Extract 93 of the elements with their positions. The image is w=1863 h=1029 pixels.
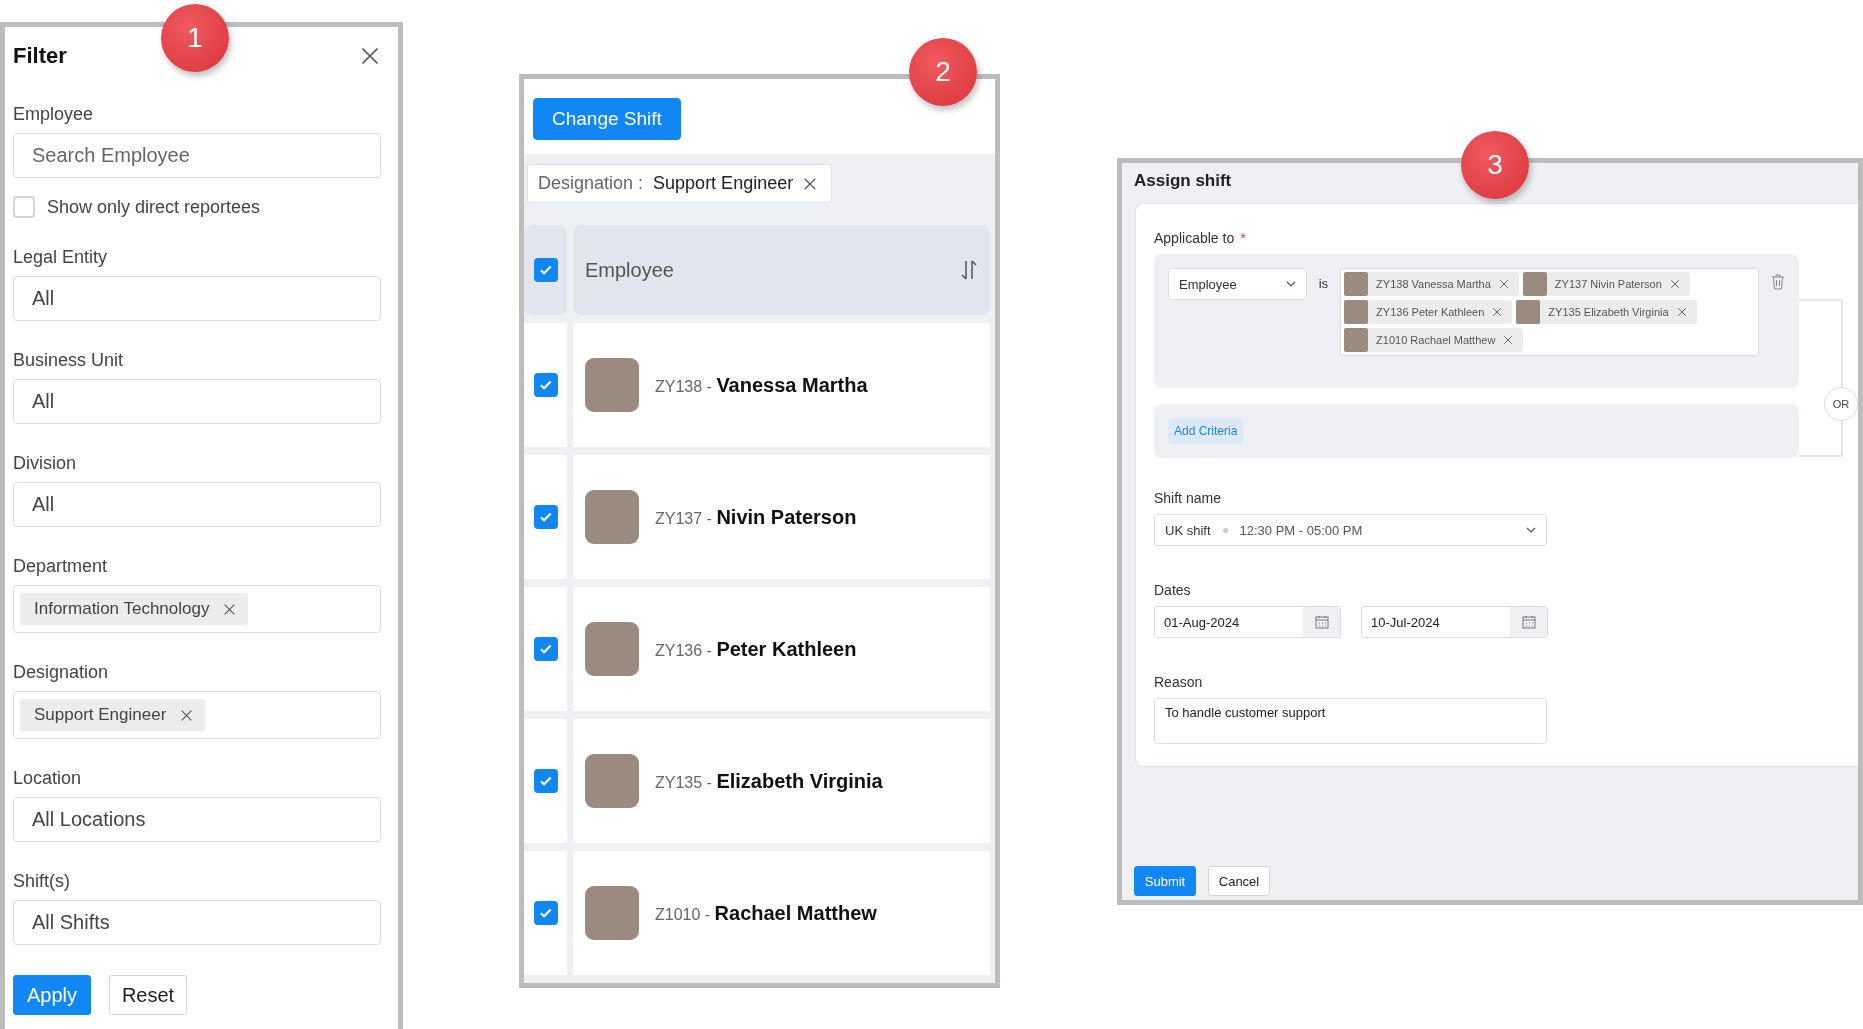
panel-title: Filter [13, 43, 67, 69]
employee-chip: ZY138 Vanessa Martha [1344, 272, 1519, 296]
photo-placeholder [1344, 328, 1369, 352]
change-shift-button[interactable]: Change Shift [533, 98, 681, 140]
field-label: Shift(s) [13, 871, 71, 892]
chip-field[interactable]: ZY138 Vanessa Martha ZY137 Nivin Paterson ZY136 Peter Kathleen ZY135 Elizabeth Virginia Z1010 Rachael Matthew [1340, 268, 1760, 356]
date-field[interactable]: 10-Jul-2024 [1361, 606, 1548, 638]
close-icon[interactable] [360, 46, 380, 66]
select-field[interactable]: All [13, 482, 381, 527]
submit-button[interactable]: Submit [1134, 866, 1196, 896]
select-field[interactable]: All Locations [13, 797, 381, 842]
employee-id: ZY138 - [655, 377, 713, 395]
checkbox[interactable] [533, 637, 558, 661]
required-mark: * [1240, 230, 1246, 246]
photo-placeholder [585, 886, 639, 940]
select-field[interactable]: All [13, 276, 381, 321]
tag-field[interactable]: Support Engineer [13, 691, 381, 739]
employee-chip: ZY135 Elizabeth Virginia [1516, 300, 1697, 324]
date-field[interactable]: 01-Aug-2024 [1154, 606, 1341, 638]
callout-badge: 3 [1461, 131, 1529, 199]
field-label: Department [13, 556, 109, 577]
tag: Support Engineer [20, 699, 206, 731]
field-label: Applicable to * [1154, 230, 1247, 246]
reset-button[interactable]: Reset [109, 975, 187, 1015]
field-label: Legal Entity [13, 247, 109, 268]
apply-button[interactable]: Apply [13, 975, 91, 1015]
calendar-icon[interactable] [1314, 615, 1329, 629]
select-field[interactable]: Employee [1168, 268, 1307, 300]
callout-badge: 1 [161, 4, 229, 72]
separator-dot [1222, 527, 1228, 533]
photo-placeholder [585, 490, 639, 544]
field-label: Dates [1154, 582, 1192, 598]
employee-id: ZY135 - [655, 773, 713, 791]
chevron-down-icon [1526, 527, 1536, 533]
calendar-icon[interactable] [1521, 615, 1536, 629]
chevron-down-icon [1285, 281, 1296, 287]
employee-id: ZY137 - [655, 509, 713, 527]
sort-icon[interactable] [960, 259, 978, 281]
checkbox[interactable] [533, 505, 558, 529]
field-label: Reason [1154, 674, 1204, 690]
callout-badge: 2 [909, 38, 977, 106]
or-badge: OR [1824, 387, 1858, 421]
select-field[interactable]: All Shifts [13, 900, 381, 945]
tag-field[interactable]: Information Technology [13, 585, 381, 633]
close-icon[interactable] [1498, 279, 1509, 289]
checkbox[interactable] [533, 373, 558, 397]
photo-placeholder [1522, 272, 1547, 296]
field-label: Business Unit [13, 350, 125, 371]
photo-placeholder [1344, 272, 1369, 296]
employee-id: Z1010 - [655, 905, 712, 923]
photo-placeholder [585, 358, 639, 412]
employee-name: Nivin Paterson [716, 505, 857, 528]
close-icon[interactable] [223, 602, 237, 616]
field-label: Employee [13, 104, 95, 125]
close-icon[interactable] [180, 708, 194, 722]
employee-chip: ZY137 Nivin Paterson [1522, 272, 1690, 296]
panel-title: Assign shift [1134, 171, 1232, 192]
trash-icon[interactable] [1771, 274, 1785, 290]
close-icon[interactable] [1503, 335, 1514, 345]
field-label: Shift name [1154, 490, 1222, 506]
filter-key: Designation : [538, 173, 644, 194]
employee-name: Elizabeth Virginia [716, 769, 883, 792]
field-label: Location [13, 768, 83, 789]
close-icon[interactable] [1492, 307, 1503, 317]
employee-id: ZY136 - [655, 641, 713, 659]
field-label: Designation [13, 662, 110, 683]
operator-label: is [1318, 276, 1329, 291]
employee-name: Peter Kathleen [716, 637, 857, 660]
photo-placeholder [585, 622, 639, 676]
photo-placeholder [1516, 300, 1541, 324]
filter-value: Support Engineer [653, 173, 794, 194]
cancel-button[interactable]: Cancel [1208, 866, 1270, 896]
checkbox-label: Show only direct reportees [47, 196, 261, 218]
employee-chip: ZY136 Peter Kathleen [1344, 300, 1513, 324]
checkbox[interactable] [13, 196, 35, 218]
photo-placeholder [1344, 300, 1369, 324]
employee-chip: Z1010 Rachael Matthew [1344, 328, 1524, 352]
field-label: Division [13, 453, 78, 474]
select-field[interactable]: All [13, 379, 381, 424]
employee-name: Vanessa Martha [716, 373, 868, 396]
column-header[interactable]: Employee [585, 258, 944, 282]
photo-placeholder [585, 754, 639, 808]
search-field[interactable]: Search Employee [13, 133, 381, 178]
tag: Information Technology [20, 593, 249, 625]
close-icon[interactable] [1676, 307, 1687, 317]
reason-field[interactable]: To handle customer support [1154, 698, 1547, 744]
checkbox[interactable] [533, 769, 558, 793]
select-field[interactable]: UK shift 12:30 PM - 05:00 PM [1154, 514, 1547, 546]
checkbox[interactable] [533, 901, 558, 925]
close-icon[interactable] [803, 176, 818, 191]
close-icon[interactable] [1669, 279, 1680, 289]
checkbox[interactable] [533, 258, 558, 282]
employee-name: Rachael Matthew [714, 901, 877, 924]
